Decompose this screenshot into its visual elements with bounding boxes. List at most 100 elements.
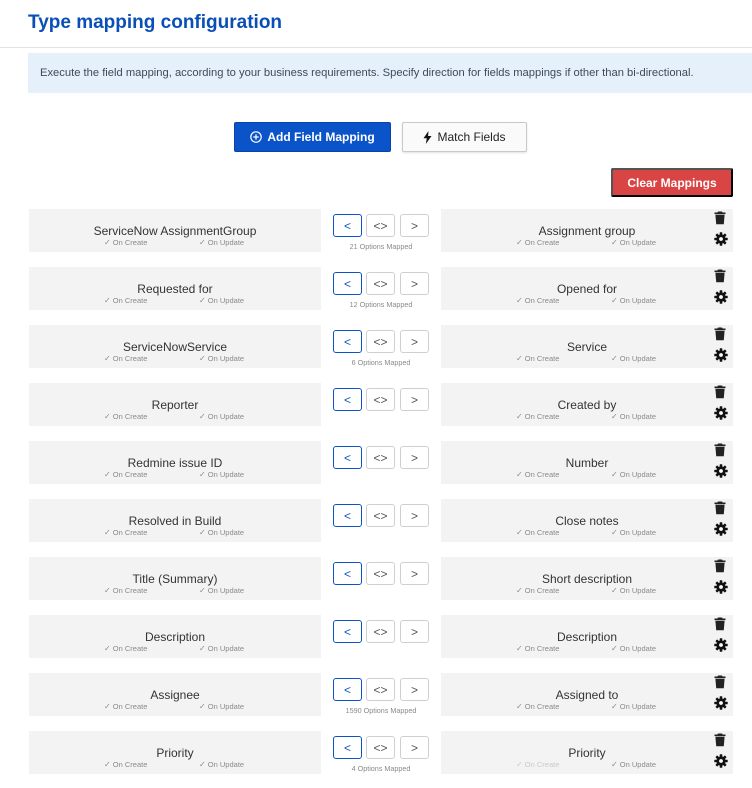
direction-both-button[interactable]: <> (366, 272, 395, 295)
direction-left-button[interactable]: < (333, 562, 362, 585)
direction-right-button[interactable]: > (400, 214, 429, 237)
target-field[interactable]: Short description ✓ On Create ✓ On Updat… (441, 557, 733, 600)
target-field[interactable]: Opened for ✓ On Create ✓ On Update (441, 267, 733, 310)
direction-left-button[interactable]: < (333, 272, 362, 295)
target-field[interactable]: Description ✓ On Create ✓ On Update (441, 615, 733, 658)
source-on-create-flag[interactable]: ✓ On Create (104, 528, 147, 537)
source-on-create-flag[interactable]: ✓ On Create (104, 470, 147, 479)
gear-icon[interactable] (714, 290, 729, 305)
target-field[interactable]: Close notes ✓ On Create ✓ On Update (441, 499, 733, 542)
direction-left-button[interactable]: < (333, 330, 362, 353)
target-field[interactable]: Priority ✓ On Create ✓ On Update (441, 731, 733, 774)
direction-right-button[interactable]: > (400, 388, 429, 411)
match-fields-button[interactable]: Match Fields (402, 122, 527, 152)
source-field[interactable]: ServiceNow AssignmentGroup ✓ On Create ✓… (29, 209, 321, 252)
target-on-create-flag[interactable]: ✓ On Create (516, 296, 559, 305)
direction-both-button[interactable]: <> (366, 446, 395, 469)
source-on-create-flag[interactable]: ✓ On Create (104, 296, 147, 305)
target-on-update-flag[interactable]: ✓ On Update (611, 586, 656, 595)
direction-right-button[interactable]: > (400, 562, 429, 585)
source-field[interactable]: Description ✓ On Create ✓ On Update (29, 615, 321, 658)
target-on-create-flag[interactable]: ✓ On Create (516, 354, 559, 363)
target-field[interactable]: Assignment group ✓ On Create ✓ On Update (441, 209, 733, 252)
direction-right-button[interactable]: > (400, 504, 429, 527)
source-on-update-flag[interactable]: ✓ On Update (199, 412, 244, 421)
source-field[interactable]: Redmine issue ID ✓ On Create ✓ On Update (29, 441, 321, 484)
source-field[interactable]: ServiceNowService ✓ On Create ✓ On Updat… (29, 325, 321, 368)
gear-icon[interactable] (714, 232, 729, 247)
direction-right-button[interactable]: > (400, 446, 429, 469)
trash-icon[interactable] (714, 269, 728, 285)
target-on-update-flag[interactable]: ✓ On Update (611, 354, 656, 363)
trash-icon[interactable] (714, 443, 728, 459)
trash-icon[interactable] (714, 385, 728, 401)
gear-icon[interactable] (714, 580, 729, 595)
target-on-create-flag[interactable]: ✓ On Create (516, 644, 559, 653)
direction-both-button[interactable]: <> (366, 678, 395, 701)
target-field[interactable]: Assigned to ✓ On Create ✓ On Update (441, 673, 733, 716)
source-on-create-flag[interactable]: ✓ On Create (104, 702, 147, 711)
trash-icon[interactable] (714, 617, 728, 633)
direction-both-button[interactable]: <> (366, 504, 395, 527)
source-field[interactable]: Reporter ✓ On Create ✓ On Update (29, 383, 321, 426)
source-on-create-flag[interactable]: ✓ On Create (104, 238, 147, 247)
source-field[interactable]: Title (Summary) ✓ On Create ✓ On Update (29, 557, 321, 600)
direction-right-button[interactable]: > (400, 330, 429, 353)
clear-mappings-button[interactable]: Clear Mappings (611, 168, 733, 197)
source-on-update-flag[interactable]: ✓ On Update (199, 238, 244, 247)
source-field[interactable]: Resolved in Build ✓ On Create ✓ On Updat… (29, 499, 321, 542)
options-mapped-count[interactable]: 1590 Options Mapped (333, 706, 429, 715)
trash-icon[interactable] (714, 501, 728, 517)
target-on-create-flag[interactable]: ✓ On Create (516, 412, 559, 421)
trash-icon[interactable] (714, 211, 728, 227)
direction-left-button[interactable]: < (333, 620, 362, 643)
gear-icon[interactable] (714, 754, 729, 769)
direction-both-button[interactable]: <> (366, 620, 395, 643)
direction-right-button[interactable]: > (400, 736, 429, 759)
source-on-update-flag[interactable]: ✓ On Update (199, 760, 244, 769)
target-field[interactable]: Number ✓ On Create ✓ On Update (441, 441, 733, 484)
target-on-update-flag[interactable]: ✓ On Update (611, 296, 656, 305)
direction-left-button[interactable]: < (333, 214, 362, 237)
target-on-create-flag[interactable]: ✓ On Create (516, 702, 559, 711)
direction-left-button[interactable]: < (333, 504, 362, 527)
direction-left-button[interactable]: < (333, 388, 362, 411)
source-on-create-flag[interactable]: ✓ On Create (104, 644, 147, 653)
source-on-create-flag[interactable]: ✓ On Create (104, 354, 147, 363)
direction-both-button[interactable]: <> (366, 214, 395, 237)
options-mapped-count[interactable]: 21 Options Mapped (333, 242, 429, 251)
target-field[interactable]: Service ✓ On Create ✓ On Update (441, 325, 733, 368)
trash-icon[interactable] (714, 559, 728, 575)
source-on-update-flag[interactable]: ✓ On Update (199, 702, 244, 711)
target-on-update-flag[interactable]: ✓ On Update (611, 644, 656, 653)
gear-icon[interactable] (714, 522, 729, 537)
gear-icon[interactable] (714, 696, 729, 711)
gear-icon[interactable] (714, 638, 729, 653)
trash-icon[interactable] (714, 675, 728, 691)
direction-right-button[interactable]: > (400, 272, 429, 295)
source-on-create-flag[interactable]: ✓ On Create (104, 412, 147, 421)
source-on-update-flag[interactable]: ✓ On Update (199, 354, 244, 363)
options-mapped-count[interactable]: 6 Options Mapped (333, 358, 429, 367)
gear-icon[interactable] (714, 464, 729, 479)
source-field[interactable]: Requested for ✓ On Create ✓ On Update (29, 267, 321, 310)
direction-right-button[interactable]: > (400, 620, 429, 643)
direction-left-button[interactable]: < (333, 446, 362, 469)
target-on-update-flag[interactable]: ✓ On Update (611, 760, 656, 769)
target-on-create-flag[interactable]: ✓ On Create (516, 528, 559, 537)
source-on-update-flag[interactable]: ✓ On Update (199, 528, 244, 537)
direction-right-button[interactable]: > (400, 678, 429, 701)
trash-icon[interactable] (714, 327, 728, 343)
direction-both-button[interactable]: <> (366, 562, 395, 585)
source-on-update-flag[interactable]: ✓ On Update (199, 296, 244, 305)
target-on-update-flag[interactable]: ✓ On Update (611, 528, 656, 537)
direction-left-button[interactable]: < (333, 736, 362, 759)
direction-left-button[interactable]: < (333, 678, 362, 701)
source-field[interactable]: Assignee ✓ On Create ✓ On Update (29, 673, 321, 716)
trash-icon[interactable] (714, 733, 728, 749)
options-mapped-count[interactable]: 4 Options Mapped (333, 764, 429, 773)
target-on-create-flag[interactable]: ✓ On Create (516, 760, 559, 769)
source-on-update-flag[interactable]: ✓ On Update (199, 644, 244, 653)
target-field[interactable]: Created by ✓ On Create ✓ On Update (441, 383, 733, 426)
target-on-create-flag[interactable]: ✓ On Create (516, 586, 559, 595)
